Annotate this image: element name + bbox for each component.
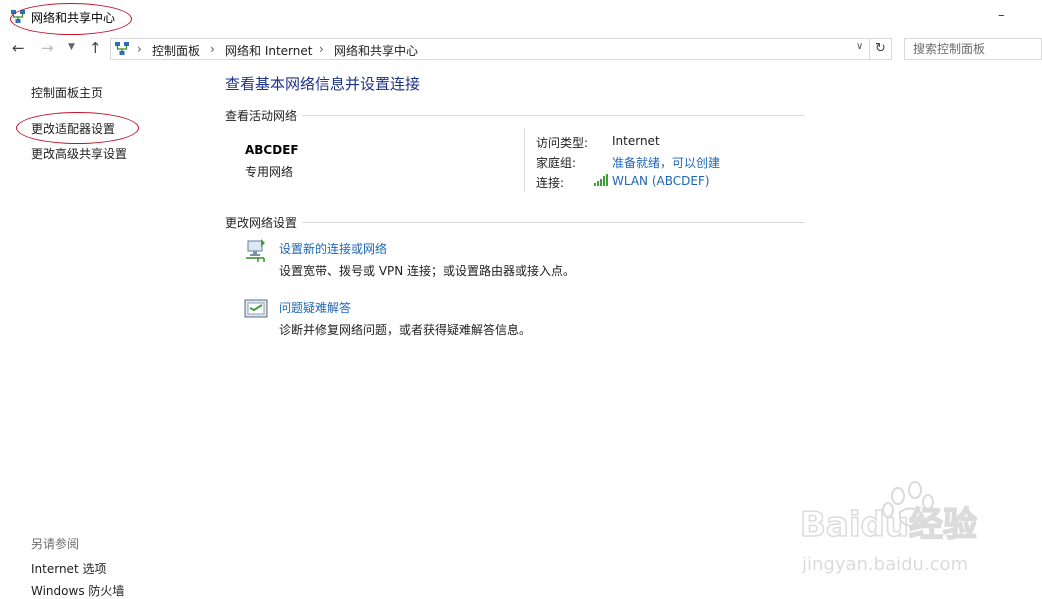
breadcrumb-control-panel[interactable]: 控制面板 xyxy=(152,42,200,59)
setup-new-connection-desc: 设置宽带、拨号或 VPN 连接；或设置路由器或接入点。 xyxy=(279,264,576,278)
change-network-settings-header: 更改网络设置 xyxy=(225,216,298,230)
change-advanced-sharing-link[interactable]: 更改高级共享设置 xyxy=(31,145,127,162)
address-bar[interactable] xyxy=(110,38,870,60)
forward-arrow-icon[interactable]: → xyxy=(41,39,54,57)
wifi-signal-icon xyxy=(594,174,608,186)
address-dropdown-icon[interactable]: ∨ xyxy=(856,41,863,52)
troubleshoot-desc: 诊断并修复网络问题，或者获得疑难解答信息。 xyxy=(279,323,532,337)
network-type: 专用网络 xyxy=(245,165,294,179)
vertical-divider xyxy=(524,128,525,192)
network-name: ABCDEF xyxy=(245,143,299,157)
windows-firewall-link[interactable]: Windows 防火墙 xyxy=(31,582,124,599)
access-type-value: Internet xyxy=(612,134,660,148)
see-also-header: 另请参阅 xyxy=(31,537,80,551)
control-panel-home-link[interactable]: 控制面板主页 xyxy=(31,84,103,101)
setup-new-connection-link[interactable]: 设置新的连接或网络 xyxy=(279,240,387,257)
breadcrumb-network-sharing-center[interactable]: 网络和共享中心 xyxy=(334,42,418,59)
recent-locations-chevron-icon[interactable]: ▼ xyxy=(68,42,75,52)
breadcrumb-separator: › xyxy=(210,42,215,56)
internet-options-link[interactable]: Internet 选项 xyxy=(31,560,106,577)
up-arrow-icon[interactable]: ↑ xyxy=(89,39,102,57)
breadcrumb-network-internet[interactable]: 网络和 Internet xyxy=(225,42,312,59)
watermark-url: jingyan.baidu.com xyxy=(801,554,968,575)
baidu-jingyan-watermark: Baidu经验 jingyan.baidu.com xyxy=(800,481,978,575)
title-bar xyxy=(0,0,1042,34)
breadcrumb-separator: › xyxy=(319,42,324,56)
refresh-icon[interactable]: ↻ xyxy=(870,38,892,60)
active-networks-header: 查看活动网络 xyxy=(225,109,298,123)
access-type-label: 访问类型: xyxy=(536,136,589,150)
control-panel-icon xyxy=(115,42,129,55)
breadcrumb-separator: › xyxy=(137,42,142,56)
new-connection-icon xyxy=(246,239,265,262)
search-input[interactable]: 搜索控制面板 xyxy=(904,38,1042,60)
annotation-ellipse-adapter xyxy=(16,112,139,144)
homegroup-label: 家庭组: xyxy=(536,156,577,170)
connection-label: 连接: xyxy=(536,176,565,190)
wlan-connection-link[interactable]: WLAN (ABCDEF) xyxy=(612,174,710,188)
homegroup-link[interactable]: 准备就绪，可以创建 xyxy=(612,154,720,171)
troubleshoot-icon xyxy=(244,299,268,318)
page-title: 查看基本网络信息并设置连接 xyxy=(225,75,421,93)
section-divider xyxy=(302,222,805,223)
troubleshoot-link[interactable]: 问题疑难解答 xyxy=(279,299,351,316)
watermark-brand: Baidu经验 xyxy=(800,505,977,545)
minimize-button[interactable]: – xyxy=(998,8,1005,23)
section-divider xyxy=(302,115,805,116)
back-arrow-icon[interactable]: ← xyxy=(12,39,25,57)
annotation-ellipse-title xyxy=(10,3,132,35)
